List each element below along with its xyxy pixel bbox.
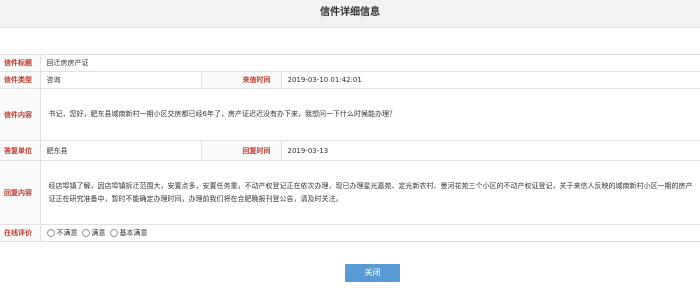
content-label: 信件内容 [0, 88, 41, 141]
letter-detail-table: 信件标题 回迁房房产证 信件类型 咨询 来信时间 2019-03-10 01:4… [0, 54, 700, 242]
letter-time-value: 2019-03-10 01:42:01 [280, 71, 700, 89]
row-reply-unit: 答复单位 肥东县 回复时间 2019-03-13 [0, 140, 700, 161]
row-rating: 在线评价 不满意 满意 基本满意 [0, 224, 700, 242]
close-button[interactable]: 关闭 [345, 264, 400, 282]
rating-option-label: 不满意 [56, 229, 78, 237]
letter-time-label: 来信时间 [200, 71, 282, 89]
rating-option-basically-satisfied[interactable]: 基本满意 [109, 228, 148, 238]
reply-unit-value: 肥东县 [39, 140, 202, 161]
reply-time-value: 2019-03-13 [280, 140, 700, 161]
rating-options: 不满意 满意 基本满意 [39, 224, 700, 242]
row-reply-content: 回复内容 经店埠镇了解，因店埠镇拆迁范围大，安置点多，安置任务重，不动产权登记正… [0, 160, 700, 225]
subject-value: 回迁房房产证 [39, 54, 700, 72]
reply-content-label: 回复内容 [0, 160, 41, 225]
row-type: 信件类型 咨询 来信时间 2019-03-10 01:42:01 [0, 71, 700, 89]
rating-option-label: 基本满意 [119, 229, 148, 237]
radio-icon[interactable] [109, 229, 118, 237]
page-title: 信件详细信息 [0, 0, 700, 28]
row-content: 信件内容 书记，您好，肥东县城南新村一期小区交房都已经6年了，房产证迟迟没有办下… [0, 88, 700, 141]
rating-option-dissatisfied[interactable]: 不满意 [46, 228, 78, 238]
rating-option-satisfied[interactable]: 满意 [81, 228, 106, 238]
row-subject: 信件标题 回迁房房产证 [0, 54, 700, 72]
content-value: 书记，您好，肥东县城南新村一期小区交房都已经6年了，房产证迟迟没有办下来，我想问… [39, 88, 700, 141]
type-value: 咨询 [39, 71, 202, 89]
subject-label: 信件标题 [0, 54, 41, 72]
rating-label: 在线评价 [0, 224, 41, 242]
type-label: 信件类型 [0, 71, 41, 89]
reply-content-value: 经店埠镇了解，因店埠镇拆迁范围大，安置点多，安置任务重，不动产权登记正在依次办理… [39, 160, 700, 225]
reply-unit-label: 答复单位 [0, 140, 41, 161]
reply-time-label: 回复时间 [200, 140, 282, 161]
radio-icon[interactable] [81, 229, 90, 237]
radio-icon[interactable] [46, 229, 55, 237]
rating-option-label: 满意 [91, 229, 106, 237]
